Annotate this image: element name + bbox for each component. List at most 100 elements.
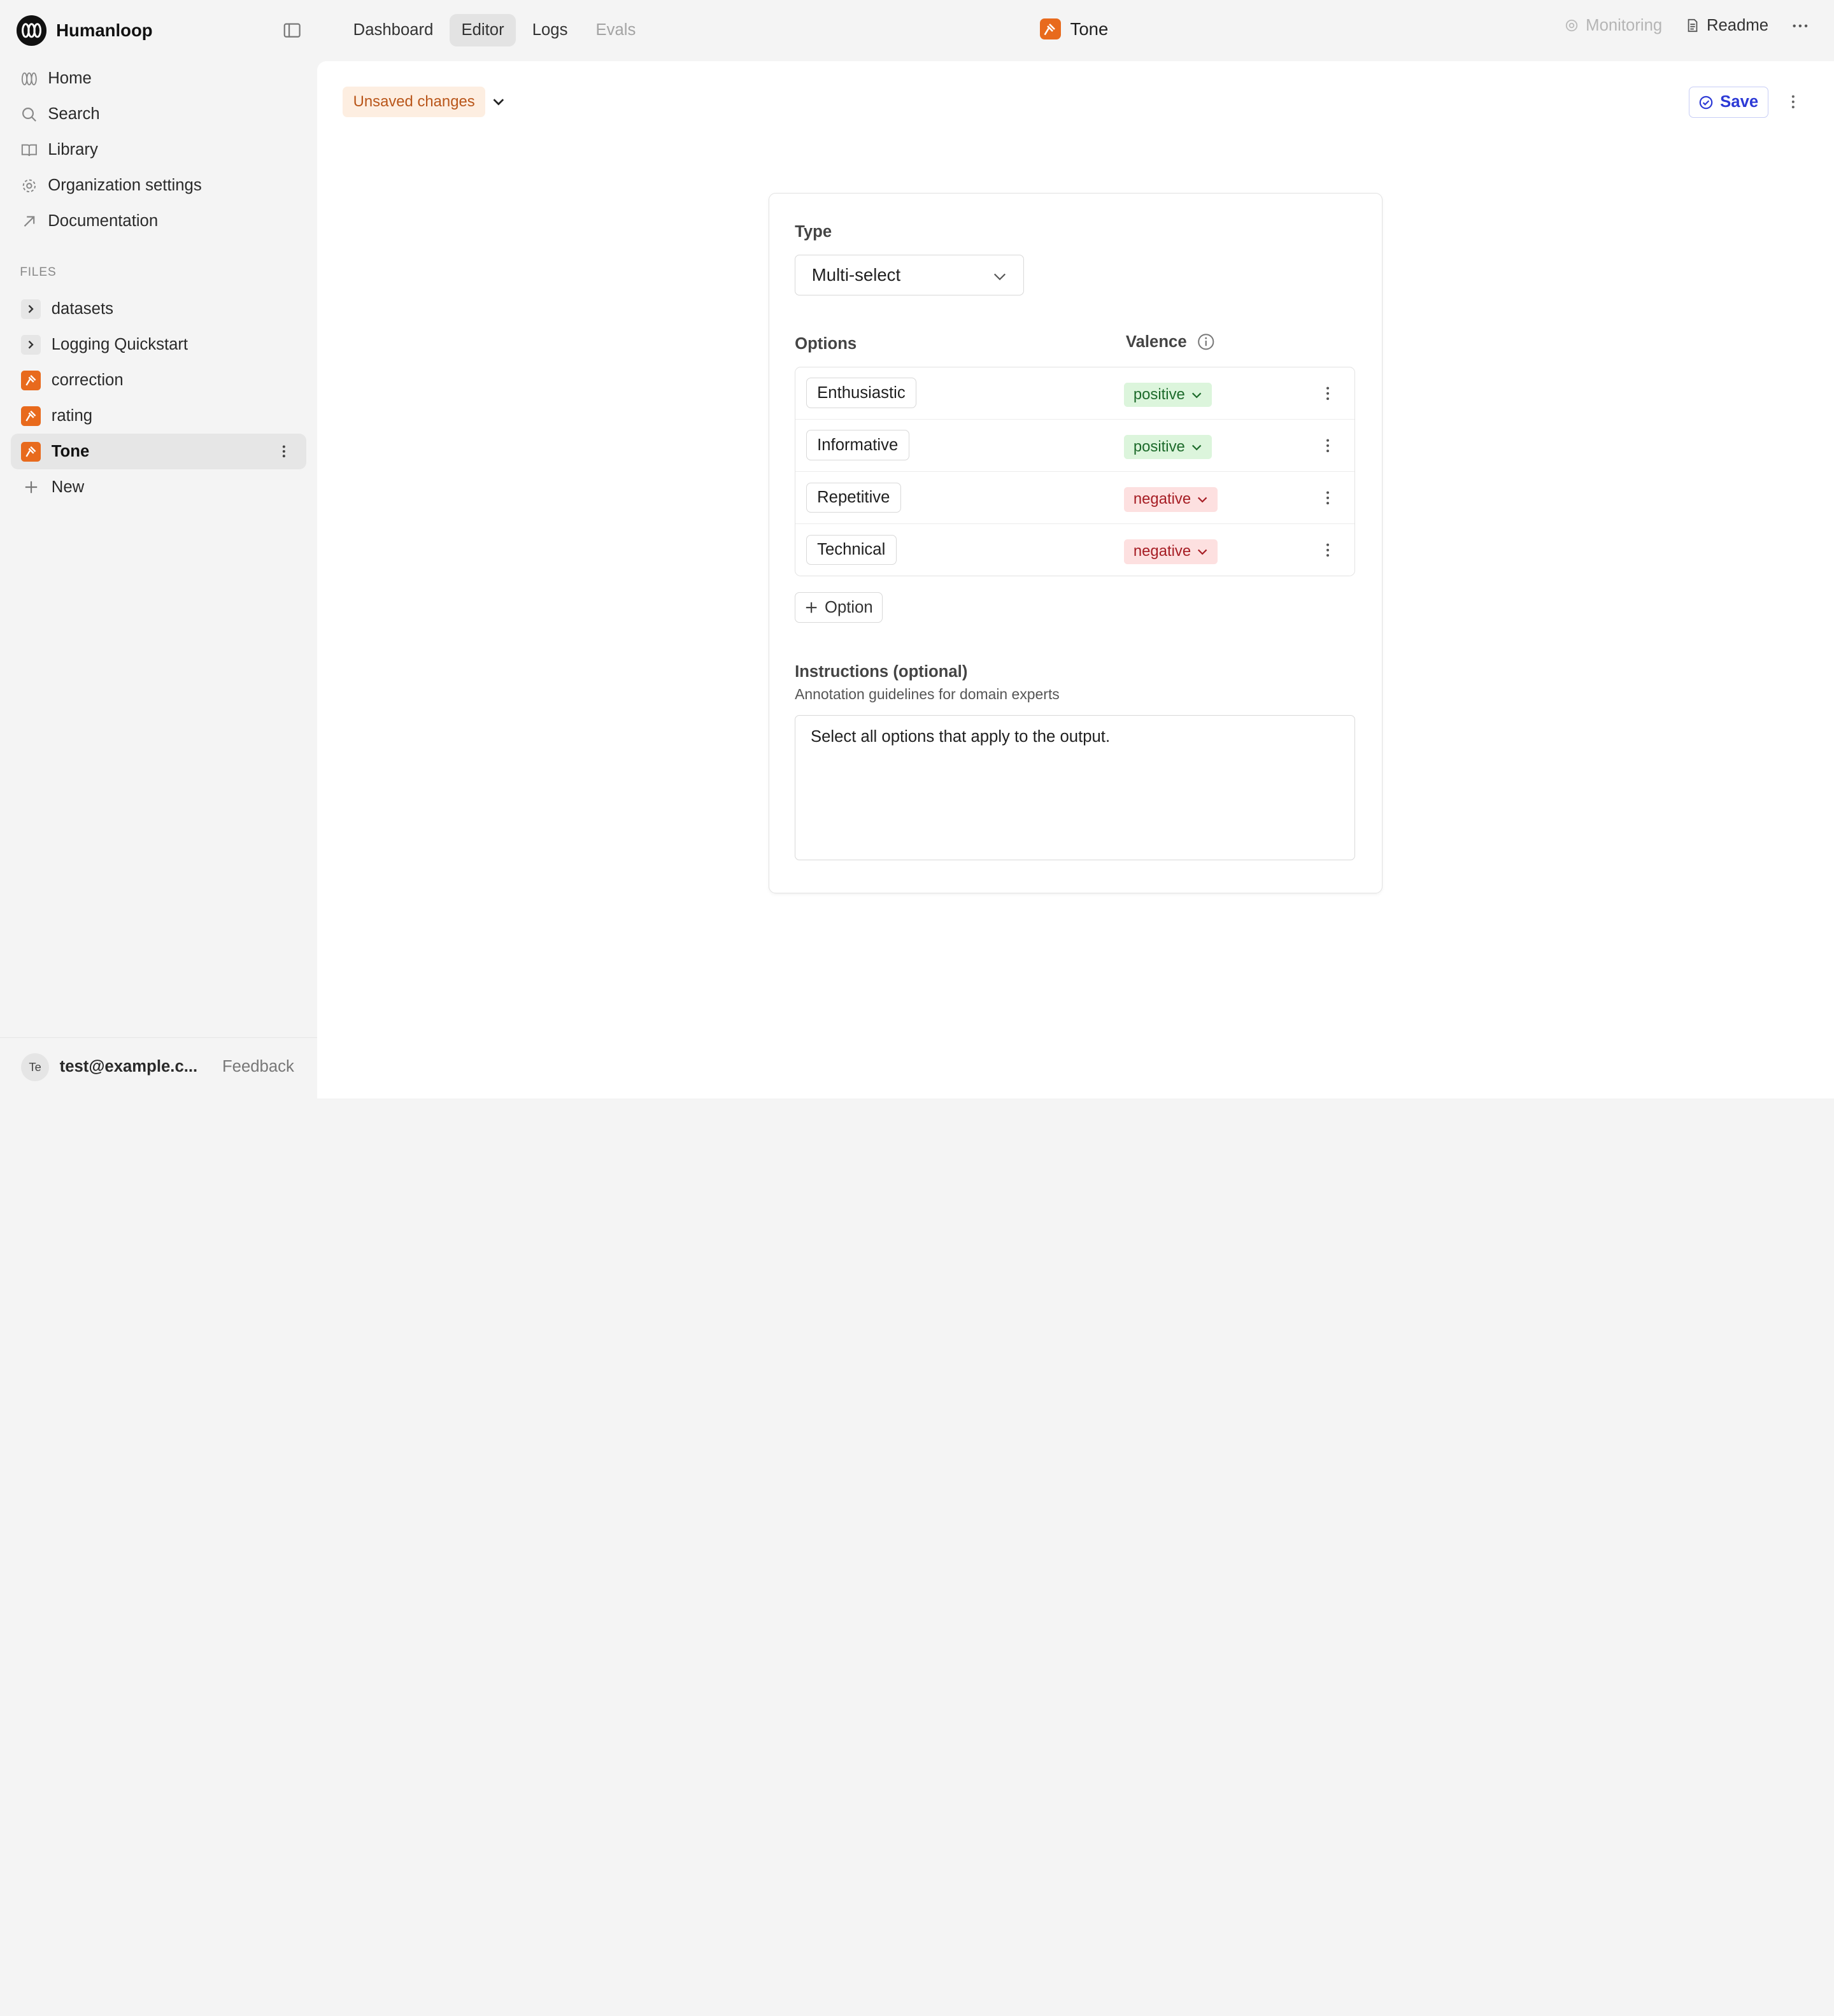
tab-editor[interactable]: Editor	[450, 14, 516, 47]
file-label: rating	[51, 406, 93, 425]
valence-value: negative	[1133, 490, 1191, 508]
tab-evals[interactable]: Evals	[584, 14, 648, 46]
options-table: Enthusiastic positive Informative positi…	[795, 366, 1355, 576]
avatar[interactable]: Te	[21, 1053, 50, 1082]
chevron-down-icon	[1191, 392, 1202, 399]
option-row: Enthusiastic positive	[795, 367, 1354, 420]
editor-panel: Unsaved changes Save Type Multi-select O…	[316, 60, 1834, 1098]
chevron-down-icon[interactable]	[490, 94, 507, 110]
readme-button[interactable]: Readme	[1686, 17, 1768, 35]
info-icon[interactable]	[1197, 333, 1215, 351]
sidebar-item-search[interactable]: Search	[11, 97, 307, 132]
option-row: Repetitive negative	[795, 472, 1354, 525]
add-option-label: Option	[825, 598, 873, 616]
options-label: Options	[795, 335, 857, 353]
file-item-tone[interactable]: Tone	[10, 434, 307, 470]
valence-label: Valence	[1125, 332, 1187, 351]
type-label: Type	[795, 222, 832, 241]
chevron-down-icon	[994, 273, 1006, 280]
save-label: Save	[1720, 93, 1759, 111]
editor-kebab-icon[interactable]	[1785, 94, 1802, 110]
file-menu-kebab-icon[interactable]	[276, 443, 292, 460]
file-label: datasets	[51, 299, 113, 318]
option-name-input[interactable]: Enthusiastic	[806, 378, 917, 409]
sidebar-item-label: Organization settings	[48, 176, 202, 195]
sidebar-item-label: Home	[48, 69, 92, 87]
more-menu-icon[interactable]	[1792, 24, 1809, 28]
file-label: Tone	[51, 442, 90, 460]
sidebar-item-label: Search	[48, 105, 100, 124]
valence-value: negative	[1133, 543, 1191, 560]
chevron-down-icon	[1198, 549, 1207, 555]
option-kebab-icon[interactable]	[1321, 490, 1335, 506]
valence-value: positive	[1133, 438, 1185, 456]
gavel-icon	[1039, 18, 1061, 40]
file-item-logging-quickstart[interactable]: Logging Quickstart	[11, 327, 307, 362]
brand[interactable]: Humanloop	[16, 14, 153, 46]
sidebar-item-label: Library	[48, 141, 98, 159]
option-row: Technical negative	[795, 524, 1354, 576]
option-kebab-icon[interactable]	[1321, 437, 1335, 454]
option-name-input[interactable]: Repetitive	[806, 482, 901, 513]
files-section-label: FILES	[20, 265, 57, 279]
page-title: Tone	[1070, 18, 1109, 39]
option-kebab-icon[interactable]	[1321, 385, 1335, 401]
plus-icon	[21, 478, 41, 497]
save-button[interactable]: Save	[1689, 86, 1769, 118]
option-row: Informative positive	[795, 420, 1354, 472]
option-name-input[interactable]: Technical	[806, 534, 897, 565]
tab-logs[interactable]: Logs	[520, 14, 579, 46]
instructions-subtext: Annotation guidelines for domain experts	[795, 686, 1060, 703]
plus-icon	[806, 602, 817, 613]
sidebar-toggle-icon[interactable]	[283, 21, 301, 39]
valence-dropdown[interactable]: positive	[1124, 434, 1212, 460]
check-circle-icon	[1699, 96, 1713, 109]
valence-header: Valence	[1126, 333, 1215, 351]
instructions-textarea[interactable]: Select all options that apply to the out…	[795, 715, 1355, 860]
sidebar-item-organization-settings[interactable]: Organization settings	[11, 168, 307, 204]
monitoring-button[interactable]: Monitoring	[1565, 17, 1662, 35]
sidebar-item-home[interactable]: Home	[11, 61, 307, 97]
file-label: Logging Quickstart	[51, 335, 188, 353]
new-file-button[interactable]: New	[11, 469, 307, 505]
book-icon	[21, 144, 37, 156]
sidebar-item-documentation[interactable]: Documentation	[11, 204, 307, 239]
add-option-button[interactable]: Option	[795, 592, 883, 623]
gavel-icon	[21, 406, 41, 426]
option-name-input[interactable]: Informative	[806, 430, 909, 461]
instructions-label: Instructions (optional)	[795, 662, 968, 681]
type-select[interactable]: Multi-select	[795, 254, 1025, 295]
monitoring-icon	[1565, 20, 1578, 32]
file-title: Tone	[1039, 18, 1109, 40]
chevron-down-icon	[1198, 497, 1207, 503]
top-right-actions: Monitoring Readme	[1565, 17, 1808, 35]
type-select-value: Multi-select	[811, 264, 901, 285]
gavel-icon	[21, 441, 41, 462]
chevron-right-icon[interactable]	[21, 334, 41, 355]
new-label: New	[51, 478, 85, 496]
feedback-button[interactable]: Feedback	[222, 1058, 294, 1076]
sidebar-item-label: Documentation	[48, 212, 159, 231]
status-badge[interactable]: Unsaved changes	[343, 86, 486, 117]
sidebar: Humanloop Home Search Library Organizati…	[0, 0, 317, 1098]
gear-icon	[22, 179, 36, 192]
readme-label: Readme	[1706, 16, 1769, 34]
file-label: correction	[51, 371, 124, 389]
file-tree: datasets Logging Quickstart correction r…	[10, 291, 307, 505]
file-item-datasets[interactable]: datasets	[11, 291, 307, 327]
valence-dropdown[interactable]: positive	[1124, 382, 1212, 408]
sidebar-footer: Te test@example.c... Feedback	[0, 1037, 317, 1098]
monitoring-label: Monitoring	[1586, 16, 1663, 34]
file-item-rating[interactable]: rating	[11, 398, 307, 434]
humanloop-logo-icon	[16, 15, 47, 46]
sidebar-item-library[interactable]: Library	[11, 132, 307, 168]
user-email[interactable]: test@example.c...	[60, 1058, 198, 1076]
tab-dashboard[interactable]: Dashboard	[341, 14, 444, 46]
valence-dropdown[interactable]: negative	[1124, 486, 1218, 512]
chevron-right-icon[interactable]	[21, 299, 41, 319]
option-kebab-icon[interactable]	[1321, 542, 1335, 558]
file-item-correction[interactable]: correction	[11, 362, 307, 398]
home-loops-icon	[21, 72, 37, 85]
gavel-icon	[21, 370, 41, 390]
valence-dropdown[interactable]: negative	[1124, 539, 1218, 564]
